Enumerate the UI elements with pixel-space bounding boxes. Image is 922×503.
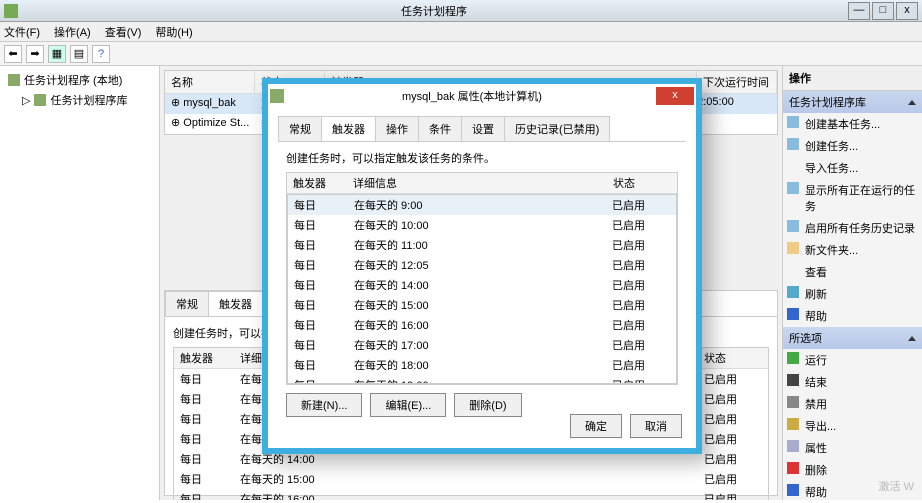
ico-play-icon (787, 352, 799, 364)
delete-trigger-button[interactable]: 删除(D) (454, 393, 521, 417)
modal-tab[interactable]: 历史记录(已禁用) (504, 116, 610, 141)
detail-tab[interactable]: 触发器 (208, 291, 263, 316)
ico-help-icon (787, 484, 799, 496)
action-item[interactable]: 创建基本任务... (783, 113, 922, 135)
action-item[interactable]: 启用所有任务历史记录 (783, 217, 922, 239)
blank-icon (787, 264, 799, 276)
actions-pane: 操作 任务计划程序库 创建基本任务...创建任务...导入任务...显示所有正在… (782, 66, 922, 500)
detail-tab[interactable]: 常规 (165, 291, 209, 316)
cancel-button[interactable]: 取消 (630, 414, 682, 438)
tool-button-1[interactable]: ▦ (48, 45, 66, 63)
folder-icon (34, 94, 46, 106)
menu-help[interactable]: 帮助(H) (155, 24, 192, 40)
action-item[interactable]: 禁用 (783, 393, 922, 415)
ico-doc-icon (787, 182, 799, 194)
action-item[interactable]: 查看 (783, 261, 922, 283)
new-trigger-button[interactable]: 新建(N)... (286, 393, 362, 417)
trigger-row[interactable]: 每日在每天的 10:00已启用 (288, 215, 676, 235)
tool-button-2[interactable]: ▤ (70, 45, 88, 63)
action-item[interactable]: 运行 (783, 349, 922, 371)
chevron-up-icon (908, 100, 916, 105)
trigger-row[interactable]: 每日在每天的 9:00已启用 (288, 195, 676, 215)
modal-tab[interactable]: 条件 (418, 116, 462, 141)
trigger-row[interactable]: 每日在每天的 16:00已启用 (288, 315, 676, 335)
modal-tab[interactable]: 触发器 (321, 116, 376, 141)
watermark: 激活 W (879, 478, 914, 494)
action-item[interactable]: 导入任务... (783, 157, 922, 179)
action-item[interactable]: 显示所有正在运行的任务 (783, 179, 922, 217)
ico-dis-icon (787, 396, 799, 408)
dialog-title: mysql_bak 属性(本地计算机) (288, 88, 656, 104)
trigger-row[interactable]: 每日在每天的 15:00已启用 (288, 295, 676, 315)
edit-trigger-button[interactable]: 编辑(E)... (370, 393, 446, 417)
maximize-button[interactable]: □ (872, 2, 894, 20)
forward-button[interactable]: ➡ (26, 45, 44, 63)
window-title-bar: 任务计划程序 — □ x (0, 0, 922, 22)
ico-exp-icon (787, 418, 799, 430)
ico-doc-icon (787, 116, 799, 128)
window-title: 任务计划程序 (22, 3, 846, 19)
actions-group-selected[interactable]: 所选项 (783, 327, 922, 349)
trigger-row[interactable]: 每日在每天的 19:00已启用 (288, 375, 676, 384)
toolbar: ⬅ ➡ ▦ ▤ ? (0, 42, 922, 66)
ico-doc-icon (787, 220, 799, 232)
ico-folder-icon (787, 242, 799, 254)
action-item[interactable]: 创建任务... (783, 135, 922, 157)
modal-note: 创建任务时，可以指定触发该任务的条件。 (286, 150, 678, 166)
ico-stop-icon (787, 374, 799, 386)
properties-dialog: mysql_bak 属性(本地计算机) x 常规触发器操作条件设置历史记录(已禁… (262, 78, 702, 454)
trigger-row[interactable]: 每日在每天的 12:05已启用 (288, 255, 676, 275)
tree-root[interactable]: 任务计划程序 (本地) (4, 70, 155, 90)
clock-icon (8, 74, 20, 86)
blank-icon (787, 160, 799, 172)
minimize-button[interactable]: — (848, 2, 870, 20)
action-item[interactable]: 结束 (783, 371, 922, 393)
clock-icon (270, 89, 284, 103)
trigger-row[interactable]: 每日在每天的 17:00已启用 (288, 335, 676, 355)
menu-bar: 文件(F) 操作(A) 查看(V) 帮助(H) (0, 22, 922, 42)
app-icon (4, 4, 18, 18)
actions-header: 操作 (783, 66, 922, 91)
menu-action[interactable]: 操作(A) (54, 24, 91, 40)
actions-group-library[interactable]: 任务计划程序库 (783, 91, 922, 113)
ico-doc-icon (787, 138, 799, 150)
action-item[interactable]: 新文件夹... (783, 239, 922, 261)
tree-pane: 任务计划程序 (本地) ▷ 任务计划程序库 (0, 66, 160, 500)
action-item[interactable]: 属性 (783, 437, 922, 459)
action-item[interactable]: 导出... (783, 415, 922, 437)
ico-ref-icon (787, 286, 799, 298)
ico-help-icon (787, 308, 799, 320)
trigger-row[interactable]: 每日在每天的 16:00已启用 (174, 489, 768, 500)
help-button[interactable]: ? (92, 45, 110, 63)
modal-tab[interactable]: 常规 (278, 116, 322, 141)
modal-tab[interactable]: 设置 (461, 116, 505, 141)
chevron-up-icon (908, 336, 916, 341)
trigger-row[interactable]: 每日在每天的 14:00已启用 (288, 275, 676, 295)
close-button[interactable]: x (896, 2, 918, 20)
ico-prop-icon (787, 440, 799, 452)
ok-button[interactable]: 确定 (570, 414, 622, 438)
trigger-row[interactable]: 每日在每天的 18:00已启用 (288, 355, 676, 375)
action-item[interactable]: 帮助 (783, 305, 922, 327)
trigger-row[interactable]: 每日在每天的 15:00已启用 (174, 469, 768, 489)
trigger-row[interactable]: 每日在每天的 11:00已启用 (288, 235, 676, 255)
tree-library[interactable]: ▷ 任务计划程序库 (4, 90, 155, 110)
ico-del-icon (787, 462, 799, 474)
action-item[interactable]: 刷新 (783, 283, 922, 305)
back-button[interactable]: ⬅ (4, 45, 22, 63)
menu-view[interactable]: 查看(V) (105, 24, 142, 40)
dialog-title-bar: mysql_bak 属性(本地计算机) x (268, 84, 696, 108)
modal-tab[interactable]: 操作 (375, 116, 419, 141)
menu-file[interactable]: 文件(F) (4, 24, 40, 40)
dialog-close-button[interactable]: x (656, 87, 694, 105)
